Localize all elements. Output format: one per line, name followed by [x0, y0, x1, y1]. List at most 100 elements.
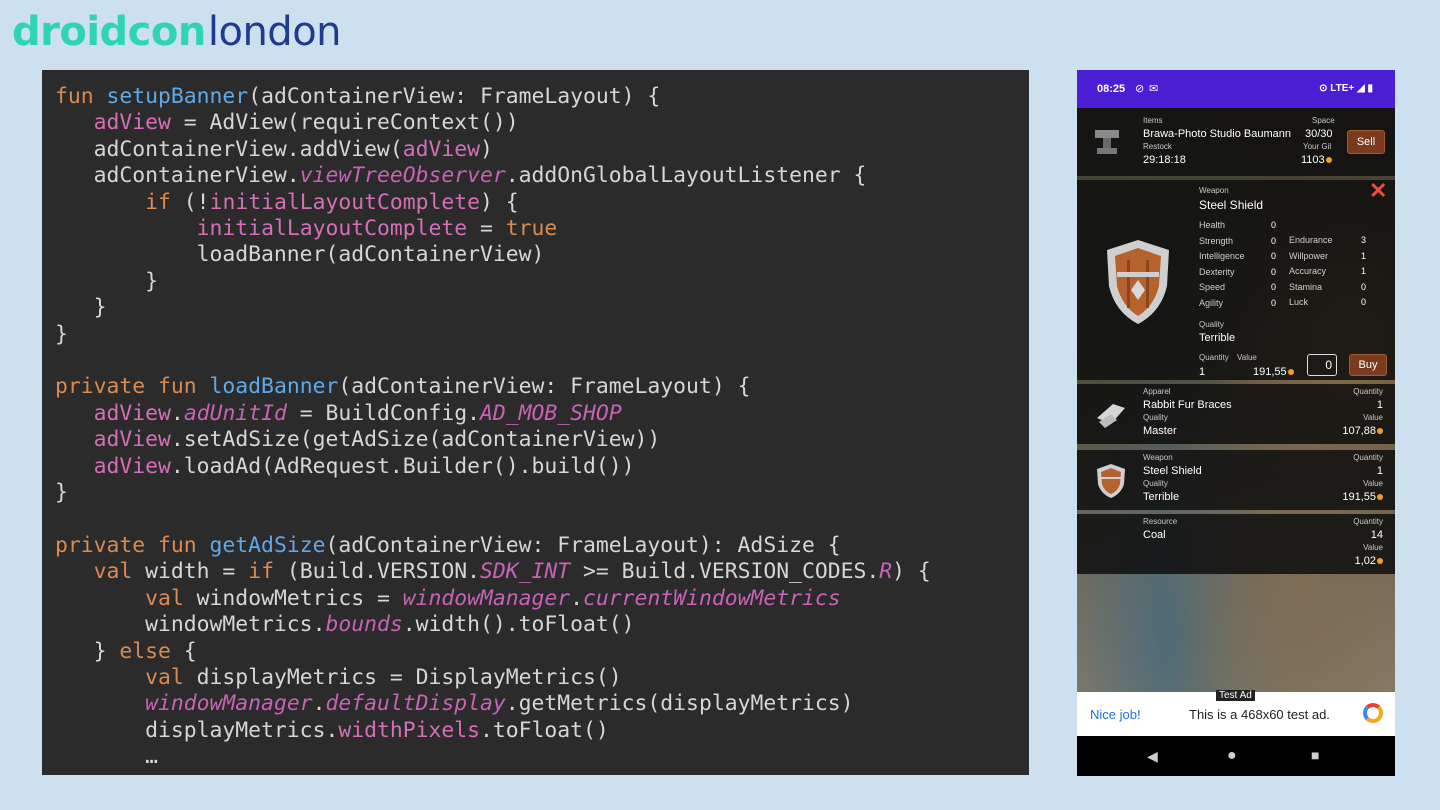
- code-line: initialLayoutComplete = true: [55, 216, 558, 242]
- ad-nice-job[interactable]: Nice job!: [1090, 707, 1141, 722]
- home-icon[interactable]: ●: [1227, 747, 1237, 765]
- code-token: {: [170, 638, 197, 664]
- code-token: .: [312, 691, 326, 717]
- code-line: adView.setAdSize(getAdSize(adContainerVi…: [55, 427, 661, 452]
- code-token: loadBanner: [209, 374, 339, 400]
- item-value: 1,02: [1355, 555, 1383, 567]
- code-line: adContainerView.addView(adView): [55, 137, 493, 162]
- stat-label: Health: [1199, 220, 1226, 230]
- admob-logo-icon: [1363, 703, 1383, 723]
- code-token: private fun: [55, 532, 210, 558]
- phone-screen: 08:25 ⊘ ✉ ⊙ LTE+ ◢ ▮ Items Brawa-Photo S…: [1077, 70, 1395, 776]
- code-token: .: [570, 585, 584, 611]
- stat-label: Dexterity: [1199, 266, 1235, 277]
- code-token: ) {: [892, 559, 931, 585]
- code-token: initialLayoutComplete: [196, 216, 468, 242]
- code-token: adContainerView.: [55, 163, 300, 189]
- sell-button[interactable]: Sell: [1347, 130, 1385, 154]
- detail-quantity: 1: [1199, 366, 1206, 378]
- item-type-label: Resource: [1143, 517, 1178, 526]
- code-token: adContainerView.addView(: [55, 136, 403, 162]
- navigation-bar: ◀ ● ■: [1077, 736, 1395, 776]
- anvil-icon: [1095, 130, 1119, 154]
- space-value: 30/30: [1305, 128, 1333, 140]
- quantity-input[interactable]: 0: [1307, 354, 1337, 376]
- item-value-label: Value: [1363, 413, 1383, 422]
- code-token: windowMetrics.: [55, 612, 326, 638]
- code-line: }: [55, 269, 158, 294]
- code-token: adView: [402, 136, 480, 162]
- item-value: 107,88: [1342, 425, 1383, 437]
- code-token: val: [93, 559, 133, 585]
- stat-value: 3: [1361, 235, 1367, 245]
- braces-icon: [1097, 404, 1125, 428]
- detail-quality-label: Quality: [1199, 320, 1224, 329]
- code-token: .loadAd(AdRequest.Builder().build()): [170, 453, 635, 479]
- item-quantity-label: Quantity: [1353, 517, 1383, 526]
- buy-button[interactable]: Buy: [1349, 354, 1387, 376]
- item-quantity: 14: [1370, 529, 1383, 541]
- code-line: windowManager.defaultDisplay.getMetrics(…: [55, 691, 853, 716]
- code-token: widthPixels: [338, 717, 480, 743]
- list-item[interactable]: Resource Coal Quantity 14 Value 1,02: [1077, 514, 1395, 574]
- list-item[interactable]: Apparel Rabbit Fur Braces Quality Master Qua…: [1077, 384, 1395, 444]
- detail-type-label: Weapon: [1199, 186, 1229, 195]
- code-line: displayMetrics.widthPixels.toFloat(): [55, 718, 609, 743]
- code-token: adUnitId: [183, 400, 287, 426]
- item-value-label: Value: [1363, 543, 1383, 552]
- ad-banner[interactable]: Test Ad Nice job! This is a 468x60 test …: [1077, 690, 1395, 736]
- code-token: ): [480, 136, 493, 162]
- gil-coin-icon: [1377, 428, 1383, 434]
- code-line: }: [55, 322, 68, 347]
- code-token: displayMetrics.: [55, 717, 339, 743]
- stat-label: Stamina: [1289, 281, 1323, 292]
- item-type-label: Apparel: [1143, 387, 1171, 396]
- gil-coin-icon: [1377, 558, 1383, 564]
- stat-label: Luck: [1289, 297, 1309, 307]
- code-token: >= Build.VERSION_CODES.: [570, 559, 880, 585]
- test-ad-tag: Test Ad: [1216, 690, 1255, 701]
- close-icon[interactable]: ✕: [1369, 178, 1387, 204]
- code-token: }: [55, 321, 68, 347]
- list-item[interactable]: Weapon Steel Shield Quality Terrible Quantit…: [1077, 450, 1395, 510]
- code-token: adView: [93, 453, 171, 479]
- item-detail-panel: ✕ Weapon Steel Shield Quality Terrible Q…: [1077, 178, 1395, 380]
- code-token: initialLayoutComplete: [209, 189, 481, 215]
- code-line: val windowMetrics = windowManager.curren…: [55, 585, 840, 611]
- status-bar: 08:25 ⊘ ✉ ⊙ LTE+ ◢ ▮: [1077, 70, 1395, 108]
- restock-timer: 29:18:18: [1143, 154, 1186, 166]
- item-quality: Terrible: [1143, 491, 1180, 503]
- code-line: val width = if (Build.VERSION.SDK_INT >=…: [55, 559, 931, 584]
- item-value-label: Value: [1363, 479, 1383, 488]
- restock-label: Restock: [1143, 142, 1172, 151]
- code-token: else: [119, 638, 171, 664]
- item-name: Steel Shield: [1143, 465, 1202, 477]
- stat-label: Agility: [1199, 297, 1224, 308]
- code-token: displayMetrics = DisplayMetrics(): [183, 664, 622, 690]
- droidcon-london-logo: droidcon london: [12, 8, 342, 56]
- back-icon[interactable]: ◀: [1147, 748, 1158, 765]
- battery-icon: ▮: [1367, 83, 1373, 94]
- item-quality-label: Quality: [1143, 479, 1168, 488]
- detail-quantity-label: Quantity: [1199, 353, 1229, 362]
- code-token: }: [55, 480, 68, 506]
- stat-label: Intelligence: [1199, 251, 1245, 261]
- item-quality: Master: [1143, 425, 1177, 437]
- code-token: adView: [93, 400, 171, 426]
- item-type-label: Weapon: [1143, 453, 1173, 462]
- item-quantity-label: Quantity: [1353, 387, 1383, 396]
- code-token: }: [55, 295, 107, 321]
- code-token: }: [55, 268, 159, 294]
- status-time: 08:25: [1097, 83, 1126, 95]
- stat-label: Accuracy: [1289, 266, 1327, 276]
- recents-icon[interactable]: ■: [1311, 747, 1319, 763]
- code-line: adView.adUnitId = BuildConfig.AD_MOB_SHO…: [55, 401, 622, 426]
- code-token: =: [467, 216, 506, 242]
- code-token: (adContainerView: FrameLayout) {: [338, 374, 751, 400]
- item-quantity: 1: [1376, 399, 1383, 411]
